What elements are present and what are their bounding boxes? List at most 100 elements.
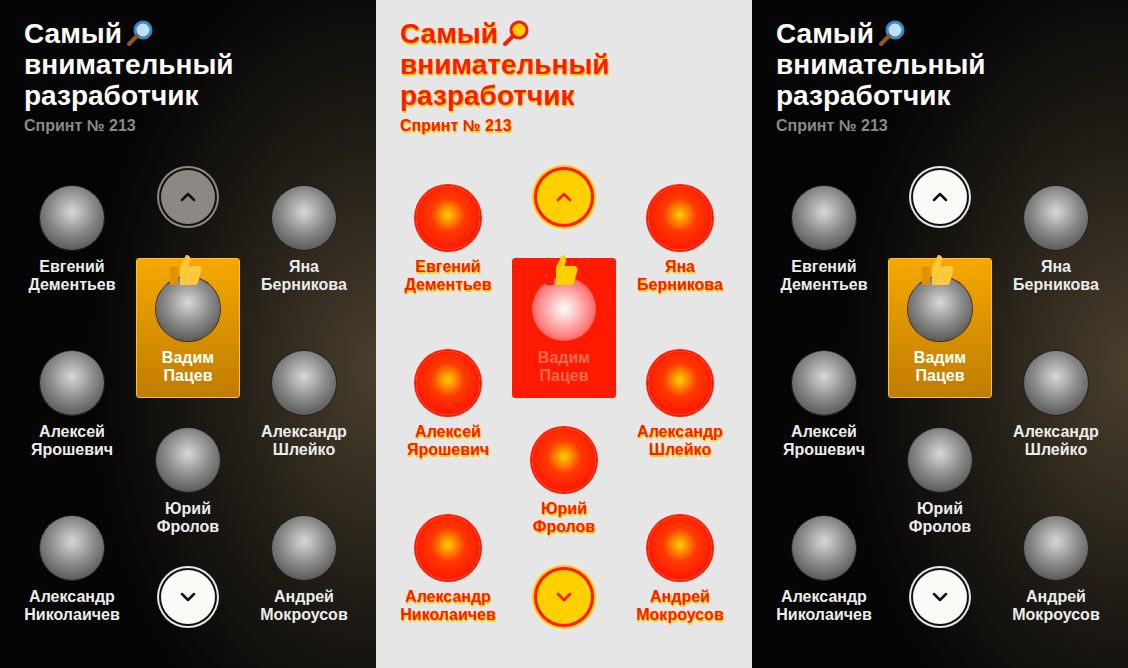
person[interactable]: ЯнаБерникова — [1013, 186, 1099, 294]
avatar — [40, 351, 104, 415]
panel-header: Самыйвнимательный разработчикСпринт № 21… — [0, 0, 376, 146]
person-name: АлександрШлейко — [637, 423, 723, 459]
person-name: АлександрШлейко — [1013, 423, 1099, 459]
avatar — [908, 277, 972, 341]
person[interactable]: АндрейМокроусов — [260, 516, 347, 624]
avatar — [648, 516, 712, 580]
person-name: ЕвгенийДементьев — [780, 258, 867, 294]
person[interactable]: АлексейЯрошевич — [783, 351, 865, 459]
chevron-down-icon — [176, 585, 200, 609]
chevron-up-icon — [552, 185, 576, 209]
title-end: внимательный разработчик — [776, 49, 1036, 111]
person-name: ВадимПацев — [538, 349, 590, 385]
avatar — [532, 428, 596, 492]
person[interactable]: АлексейЯрошевич — [407, 351, 489, 459]
avatar — [416, 351, 480, 415]
person[interactable]: ВадимПацев — [888, 258, 992, 398]
title-start: Самый — [24, 18, 122, 49]
person[interactable]: АндрейМокроусов — [1012, 516, 1099, 624]
avatar — [908, 428, 972, 492]
center-column: ВадимПацев ЮрийФролов — [882, 146, 998, 668]
scroll-up-button[interactable] — [161, 170, 215, 224]
vote-board: ЕвгенийДементьев АлексейЯрошевич Александр… — [752, 146, 1128, 668]
person-name: АндрейМокроусов — [1012, 588, 1099, 624]
title: Самыйвнимательный разработчик — [400, 18, 660, 111]
sprint-panel: Самыйвнимательный разработчик Спринт № 21… — [752, 0, 1128, 668]
left-column: ЕвгенийДементьев АлексейЯрошевич Александр… — [766, 146, 882, 668]
person[interactable]: ВадимПацев — [512, 258, 616, 398]
avatar — [648, 351, 712, 415]
person-name: АлексейЯрошевич — [783, 423, 865, 459]
person[interactable]: ЕвгенийДементьев — [780, 186, 867, 294]
person-name: АндрейМокроусов — [636, 588, 723, 624]
person[interactable]: АлексейЯрошевич — [31, 351, 113, 459]
person[interactable]: ЮрийФролов — [156, 428, 220, 536]
person-name: АлександрШлейко — [261, 423, 347, 459]
left-column: ЕвгенийДементьев АлексейЯрошевич Александр… — [390, 146, 506, 668]
person-name: АндрейМокроусов — [260, 588, 347, 624]
person[interactable]: ЕвгенийДементьев — [404, 186, 491, 294]
title-end: внимательный разработчик — [24, 49, 284, 111]
person[interactable]: АлександрШлейко — [261, 351, 347, 459]
chevron-up-icon — [928, 185, 952, 209]
chevron-down-icon — [928, 585, 952, 609]
avatar — [40, 186, 104, 250]
person-name: АлександрНиколаичев — [24, 588, 119, 624]
avatar — [272, 351, 336, 415]
right-column: ЯнаБерникова АлександрШлейко АндрейМокроус… — [246, 146, 362, 668]
person[interactable]: АлександрНиколаичев — [776, 516, 871, 624]
panel-header: Самыйвнимательный разработчикСпринт № 21… — [376, 0, 752, 146]
person[interactable]: АлександрНиколаичев — [24, 516, 119, 624]
avatar — [1024, 351, 1088, 415]
person[interactable]: ЮрийФролов — [908, 428, 972, 536]
right-column: ЯнаБерникова АлександрШлейко АндрейМокроус… — [998, 146, 1114, 668]
avatar — [1024, 186, 1088, 250]
avatar — [416, 516, 480, 580]
avatar — [156, 428, 220, 492]
title-start: Самый — [400, 18, 498, 49]
person[interactable]: ЮрийФролов — [532, 428, 596, 536]
avatar — [272, 186, 336, 250]
person-name: ЮрийФролов — [157, 500, 219, 536]
title-start: Самый — [776, 18, 874, 49]
person[interactable]: АлександрНиколаичев — [400, 516, 495, 624]
avatar — [532, 277, 596, 341]
title-end: внимательный разработчик — [400, 49, 660, 111]
avatar — [1024, 516, 1088, 580]
sprint-panel: Самыйвнимательный разработчикСпринт № 21… — [0, 0, 376, 668]
right-column: ЯнаБерникова АлександрШлейко АндрейМокроус… — [622, 146, 738, 668]
person[interactable]: АндрейМокроусов — [636, 516, 723, 624]
title: Самыйвнимательный разработчик — [24, 18, 284, 111]
person[interactable]: ЯнаБерникова — [637, 186, 723, 294]
center-column: ВадимПацев ЮрийФролов — [506, 146, 622, 668]
scroll-up-button[interactable] — [537, 170, 591, 224]
person-name: АлександрНиколаичев — [776, 588, 871, 624]
person-name: ЯнаБерникова — [261, 258, 347, 294]
scroll-down-button[interactable] — [161, 570, 215, 624]
avatar — [272, 516, 336, 580]
person[interactable]: ЕвгенийДементьев — [28, 186, 115, 294]
scroll-down-button[interactable] — [913, 570, 967, 624]
sprint-panel: Самыйвнимательный разработчикСпринт № 21… — [376, 0, 752, 668]
magnifier-icon — [878, 19, 906, 47]
person[interactable]: АлександрШлейко — [637, 351, 723, 459]
person[interactable]: ЯнаБерникова — [261, 186, 347, 294]
person[interactable]: ВадимПацев — [136, 258, 240, 398]
person-name: АлексейЯрошевич — [31, 423, 113, 459]
panel-header: Самыйвнимательный разработчик Спринт № 21… — [752, 0, 1128, 146]
avatar — [40, 516, 104, 580]
avatar — [792, 351, 856, 415]
scroll-up-button[interactable] — [913, 170, 967, 224]
chevron-up-icon — [176, 185, 200, 209]
avatar — [792, 516, 856, 580]
person-name: ЕвгенийДементьев — [404, 258, 491, 294]
left-column: ЕвгенийДементьев АлексейЯрошевич Александр… — [14, 146, 130, 668]
scroll-down-button[interactable] — [537, 570, 591, 624]
vote-board: ЕвгенийДементьев АлексейЯрошевич Александр… — [376, 146, 752, 668]
person-name: ЮрийФролов — [909, 500, 971, 536]
person[interactable]: АлександрШлейко — [1013, 351, 1099, 459]
center-column: ВадимПацев ЮрийФролов — [130, 146, 246, 668]
title: Самыйвнимательный разработчик — [776, 18, 1036, 111]
avatar — [792, 186, 856, 250]
sprint-label: Спринт № 213 — [776, 117, 1104, 135]
